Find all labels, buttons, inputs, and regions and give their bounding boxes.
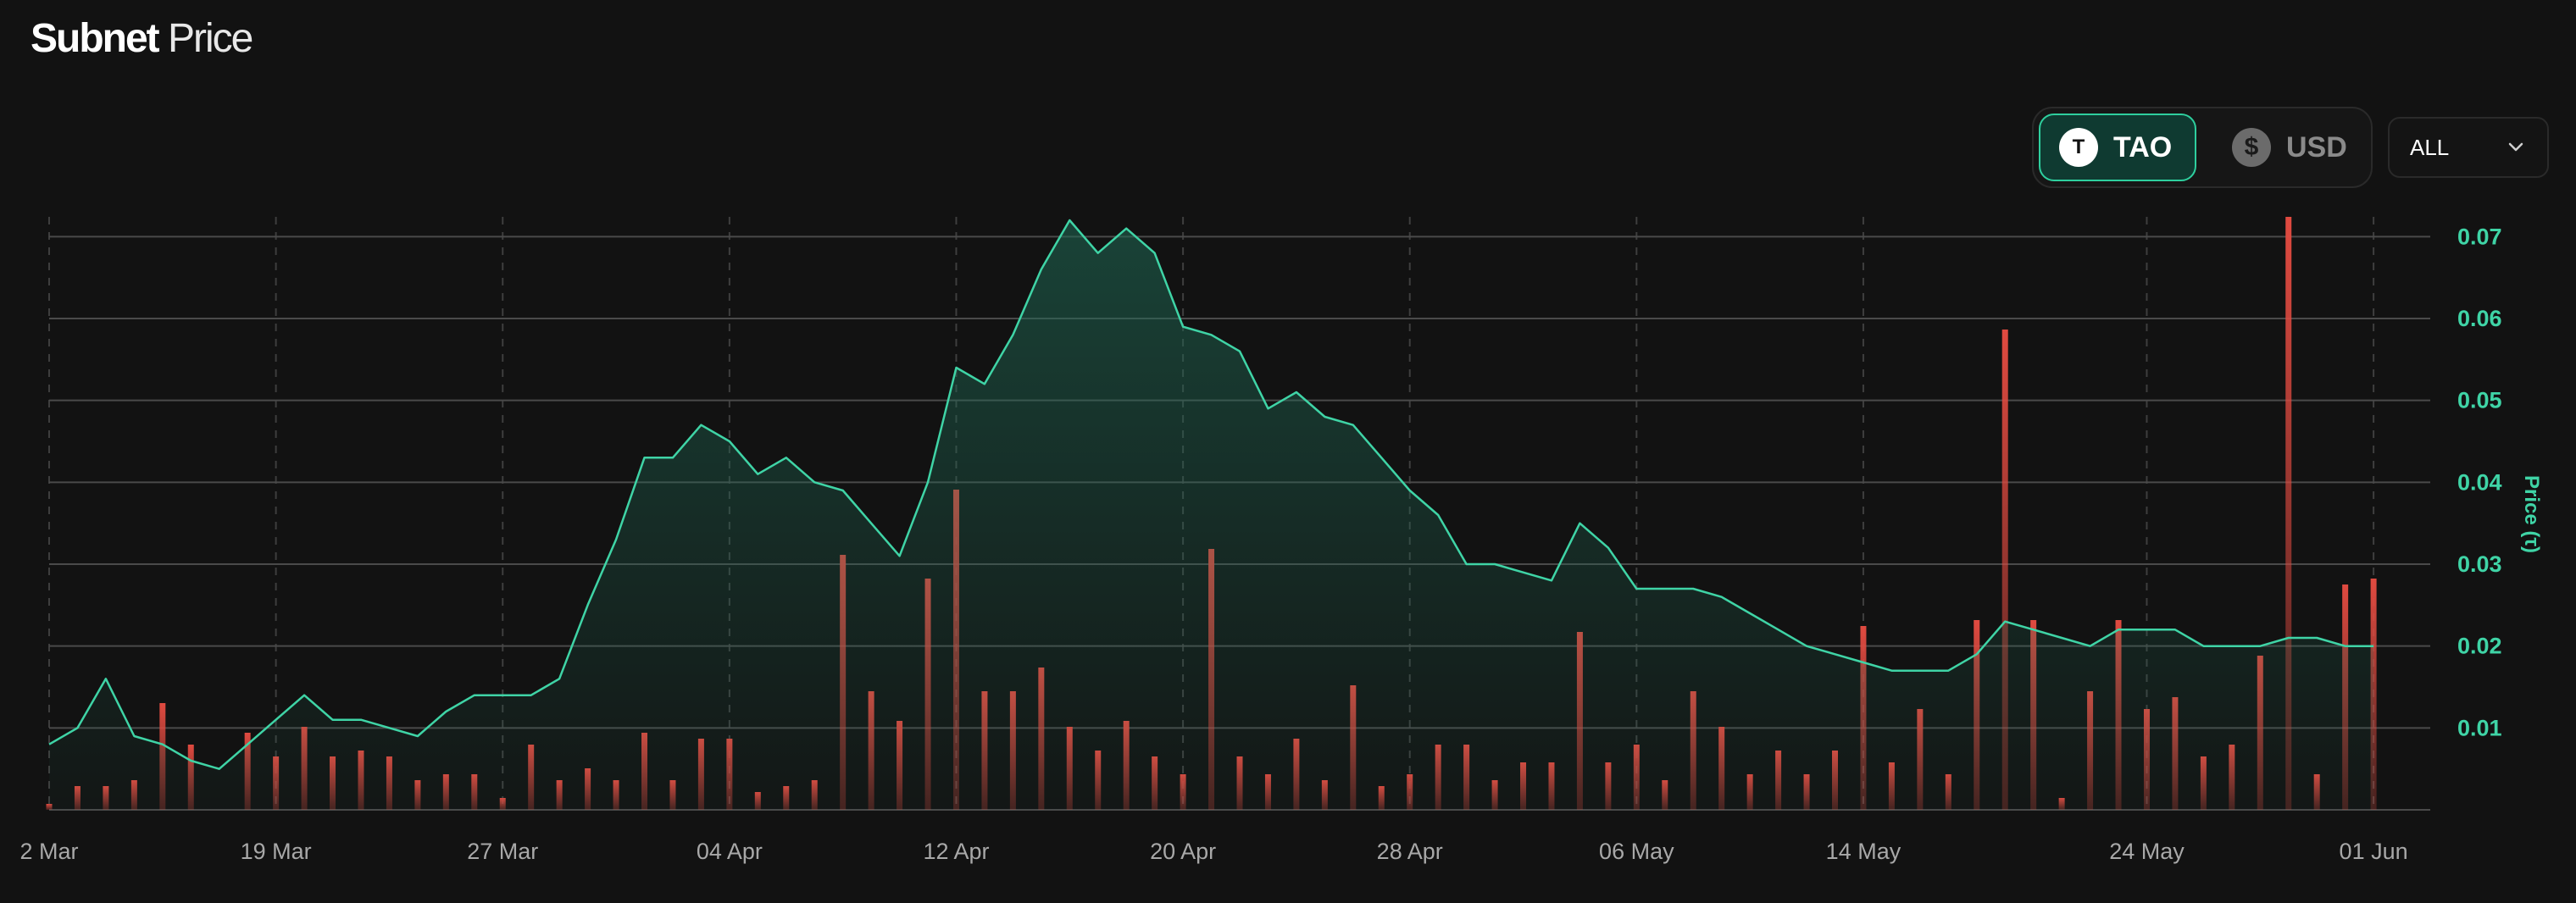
x-tick-label: 28 Apr [1377, 839, 1443, 864]
price-area-fill [49, 220, 2374, 810]
y-tick-label: 0.03 [2457, 551, 2502, 577]
x-tick-label: 04 Apr [697, 839, 763, 864]
x-tick-label: 19 Mar [241, 839, 312, 864]
y-tick-label: 0.04 [2457, 469, 2502, 495]
price-area [49, 220, 2374, 810]
x-tick-label: 12 Apr [923, 839, 989, 864]
y-tick-label: 0.02 [2457, 634, 2502, 659]
x-tick-label: 01 Jun [2340, 839, 2408, 864]
price-chart: 0.01 0.02 0.03 0.04 0.05 0.06 0.07 2 Mar 19 Mar… [19, 217, 2543, 864]
y-tick-label: 0.07 [2457, 224, 2502, 249]
x-tick-label: 20 Apr [1150, 839, 1216, 864]
y-tick-label: 0.05 [2457, 388, 2502, 413]
y-tick-label: 0.06 [2457, 306, 2502, 331]
x-tick-label: 14 May [1826, 839, 1901, 864]
x-tick-label: 06 May [1599, 839, 1674, 864]
x-tick-label: 2 Mar [19, 839, 78, 864]
y-tick-label: 0.01 [2457, 715, 2502, 740]
x-tick-label: 27 Mar [467, 839, 538, 864]
x-tick-label: 24 May [2109, 839, 2185, 864]
y-axis-labels: 0.01 0.02 0.03 0.04 0.05 0.06 0.07 [2457, 224, 2502, 740]
x-axis-labels: 2 Mar 19 Mar 27 Mar 04 Apr 12 Apr 20 Apr 28 Ap… [19, 839, 2407, 864]
y-axis-title: Price (τ) [2520, 475, 2543, 553]
